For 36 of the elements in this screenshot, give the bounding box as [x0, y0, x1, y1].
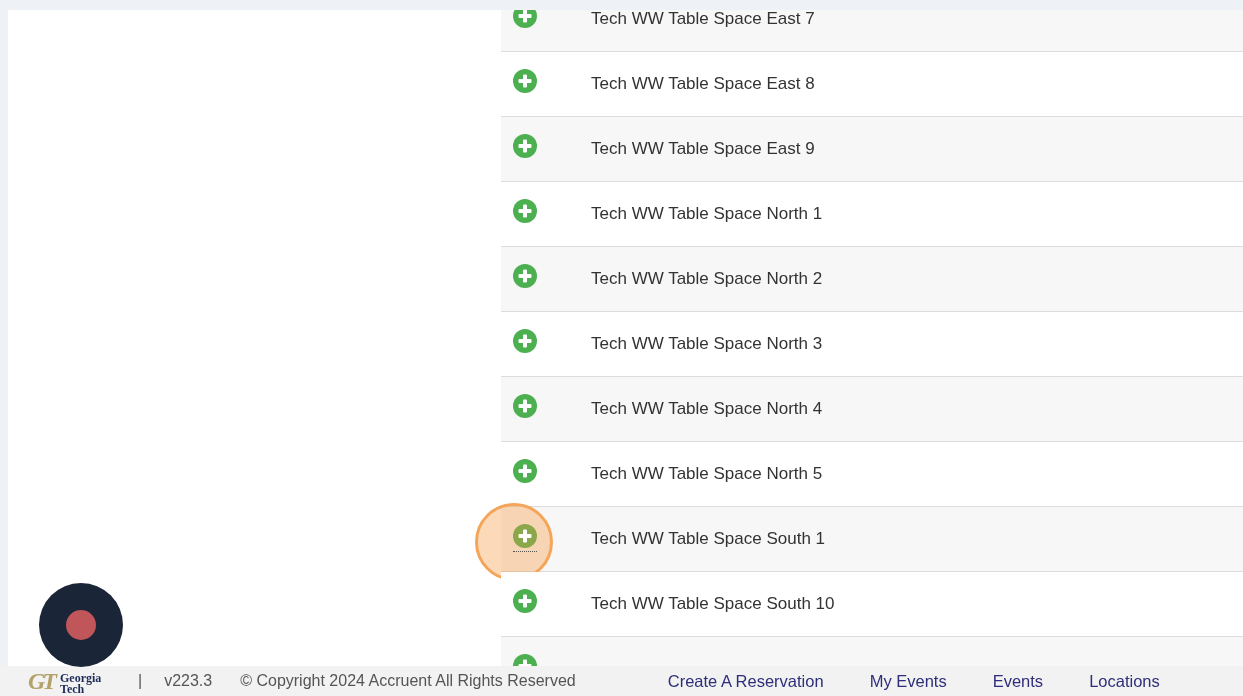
add-button[interactable]: [513, 394, 537, 418]
add-button[interactable]: [513, 199, 537, 223]
space-name: Tech WW Table Space South 10: [591, 593, 835, 616]
space-name: Tech WW Table Space North 3: [591, 333, 823, 356]
add-button[interactable]: [513, 264, 537, 288]
space-name: Tech WW Table Space East 7: [591, 10, 815, 31]
footer-link[interactable]: Events: [992, 668, 1044, 694]
plus-circle-icon: [513, 199, 537, 223]
plus-circle-icon: [513, 589, 537, 613]
separator: |: [138, 671, 143, 691]
footer-link[interactable]: Locations: [1089, 668, 1160, 694]
space-name: Tech WW Table Space East 9: [591, 138, 815, 161]
space-name: Tech WW Table Space East 8: [591, 73, 815, 96]
add-button[interactable]: [513, 459, 537, 483]
add-button[interactable]: [513, 69, 537, 93]
version-label: v223.3: [164, 671, 213, 691]
add-button[interactable]: [513, 329, 537, 353]
plus-circle-icon: [513, 134, 537, 158]
plus-circle-icon: [513, 69, 537, 93]
add-button[interactable]: [513, 10, 537, 28]
plus-circle-icon: [513, 264, 537, 288]
space-name: Tech WW Table Space North 4: [591, 398, 823, 421]
copyright-text: © Copyright 2024 Accruent All Rights Reserved: [240, 671, 576, 691]
add-button[interactable]: [513, 589, 537, 613]
space-name: Tech WW Table Space North 2: [591, 268, 823, 291]
space-name: Tech WW Table Space North 1: [591, 203, 823, 226]
add-button[interactable]: [513, 134, 537, 158]
footer-link[interactable]: Create A Reservation: [667, 668, 824, 694]
space-name: Tech WW Table Space North 5: [591, 463, 823, 486]
plus-circle-icon: [513, 394, 537, 418]
space-name: Tech WW Table Space South 1: [591, 528, 826, 551]
footer-link[interactable]: My Events: [869, 668, 947, 694]
plus-circle-icon: [513, 459, 537, 483]
record-icon: [66, 610, 96, 640]
plus-circle-icon: [513, 329, 537, 353]
plus-circle-icon: [513, 524, 537, 548]
